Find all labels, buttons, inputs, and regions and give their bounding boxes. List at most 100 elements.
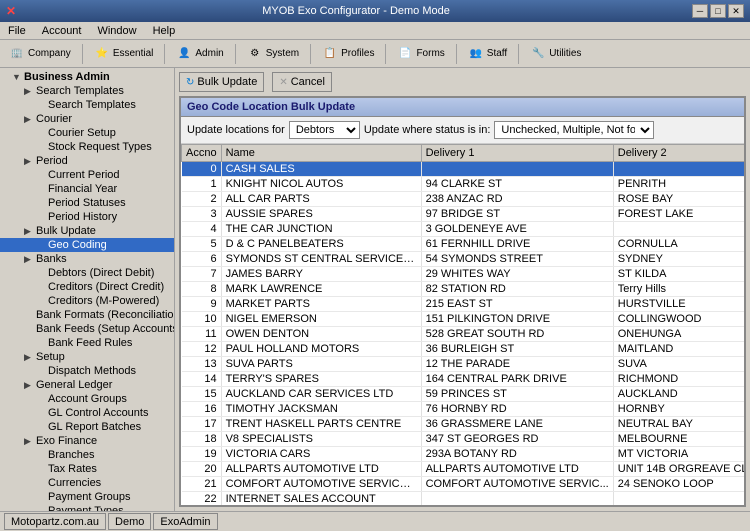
filter-prefix-label: Update locations for [187, 124, 285, 136]
menu-account[interactable]: Account [38, 24, 86, 38]
table-row[interactable]: 6SYMONDS ST CENTRAL SERVICE STATION54 SY… [182, 252, 745, 267]
sidebar-item-branches[interactable]: Branches [0, 448, 174, 462]
sidebar-item-creditors-mpowered[interactable]: Creditors (M-Powered) [0, 294, 174, 308]
cancel-button[interactable]: ✕ Cancel [272, 72, 332, 92]
cell-accno: 13 [182, 357, 222, 372]
table-row[interactable]: 18V8 SPECIALISTS347 ST GEORGES RDMELBOUR… [182, 432, 745, 447]
cell-accno: 7 [182, 267, 222, 282]
table-row[interactable]: 20ALLPARTS AUTOMOTIVE LTDALLPARTS AUTOMO… [182, 462, 745, 477]
sidebar-item-tax-rates[interactable]: Tax Rates [0, 462, 174, 476]
filter-type-select[interactable]: Debtors Creditors Staff [289, 121, 360, 139]
expand-icon: ▶ [24, 86, 36, 97]
sidebar-item-debtors-direct-debit[interactable]: Debtors (Direct Debit) [0, 266, 174, 280]
filter-status-select[interactable]: Unchecked, Multiple, Not found, Error Un… [494, 121, 654, 139]
menu-bar: File Account Window Help [0, 22, 750, 40]
sidebar-item-currencies[interactable]: Currencies [0, 476, 174, 490]
cell-del2: ONEHUNGA [613, 327, 744, 342]
table-row[interactable]: 19VICTORIA CARS293A BOTANY RDMT VICTORIA [182, 447, 745, 462]
courier-group-label: Courier [36, 113, 72, 125]
table-row[interactable]: 4THE CAR JUNCTION3 GOLDENEYE AVE [182, 222, 745, 237]
sidebar-item-bank-feed-rules[interactable]: Bank Feed Rules [0, 336, 174, 350]
minimize-button[interactable]: ─ [692, 4, 708, 18]
sidebar-item-stock-request-types[interactable]: Stock Request Types [0, 140, 174, 154]
toolbar-forms[interactable]: 📄 Forms [392, 43, 449, 65]
sidebar-item-financial-year[interactable]: Financial Year [0, 182, 174, 196]
table-row[interactable]: 1KNIGHT NICOL AUTOS94 CLARKE STPENRITH [182, 177, 745, 192]
table-row[interactable]: 15AUCKLAND CAR SERVICES LTD59 PRINCES ST… [182, 387, 745, 402]
sidebar-item-exo-finance-group[interactable]: ▶ Exo Finance [0, 434, 174, 448]
toolbar-system[interactable]: ⚙ System [242, 43, 304, 65]
sidebar-item-bank-feeds-setup-accounts[interactable]: Bank Feeds (Setup Accounts) [0, 322, 174, 336]
table-row[interactable]: 0CASH SALES [182, 162, 745, 177]
expand-icon: ▶ [24, 352, 36, 363]
cell-accno: 14 [182, 372, 222, 387]
toolbar-profiles[interactable]: 📋 Profiles [317, 43, 379, 65]
maximize-button[interactable]: □ [710, 4, 726, 18]
cell-name: THE CAR JUNCTION [221, 222, 421, 237]
cell-name: SYMONDS ST CENTRAL SERVICE STATION [221, 252, 421, 267]
sidebar-item-creditors-direct-credit[interactable]: Creditors (Direct Credit) [0, 280, 174, 294]
col-header-del2: Delivery 2 [613, 145, 744, 162]
creditors-direct-credit-label: Creditors (Direct Credit) [48, 281, 164, 293]
close-button[interactable]: ✕ [728, 4, 744, 18]
table-row[interactable]: 17TRENT HASKELL PARTS CENTRE36 GRASSMERE… [182, 417, 745, 432]
cell-del2: UNIT 14B ORGREAVE CLO [613, 462, 744, 477]
menu-help[interactable]: Help [149, 24, 180, 38]
dispatch-methods-label: Dispatch Methods [48, 365, 136, 377]
table-row[interactable]: 12PAUL HOLLAND MOTORS36 BURLEIGH STMAITL… [182, 342, 745, 357]
sidebar-item-payment-groups[interactable]: Payment Groups [0, 490, 174, 504]
menu-window[interactable]: Window [93, 24, 140, 38]
sidebar-item-gl-report-batches[interactable]: GL Report Batches [0, 420, 174, 434]
cell-accno: 15 [182, 387, 222, 402]
app-logo: ✕ [6, 4, 16, 18]
sidebar-item-setup-group[interactable]: ▶ Setup [0, 350, 174, 364]
financial-year-label: Financial Year [48, 183, 117, 195]
sidebar-item-dispatch-methods[interactable]: Dispatch Methods [0, 364, 174, 378]
sidebar-item-search-templates-group[interactable]: ▶ Search Templates [0, 84, 174, 98]
setup-group-label: Setup [36, 351, 65, 363]
cell-del1: 12 THE PARADE [421, 357, 613, 372]
table-row[interactable]: 9MARKET PARTS215 EAST STHURSTVILLE [182, 297, 745, 312]
panel-filter-row: Update locations for Debtors Creditors S… [181, 117, 744, 144]
sidebar-item-banks-group[interactable]: ▶ Banks [0, 252, 174, 266]
table-row[interactable]: 7JAMES BARRY29 WHITES WAYST KILDA [182, 267, 745, 282]
toolbar-essential[interactable]: ⭐ Essential [89, 43, 159, 65]
table-row[interactable]: 3AUSSIE SPARES97 BRIDGE STFOREST LAKE [182, 207, 745, 222]
sidebar-item-bank-formats-reconciliation[interactable]: Bank Formats (Reconciliation) [0, 308, 174, 322]
sidebar-item-general-ledger-group[interactable]: ▶ General Ledger [0, 378, 174, 392]
toolbar-admin[interactable]: 👤 Admin [171, 43, 228, 65]
sidebar-item-search-templates[interactable]: Search Templates [0, 98, 174, 112]
sidebar-item-period-statuses[interactable]: Period Statuses [0, 196, 174, 210]
sidebar-item-period-group[interactable]: ▶ Period [0, 154, 174, 168]
toolbar-company[interactable]: 🏢 Company [4, 43, 76, 65]
sidebar-item-business-admin[interactable]: ▼ Business Admin [0, 70, 174, 84]
toolbar-utilities[interactable]: 🔧 Utilities [525, 43, 586, 65]
bulk-update-button[interactable]: ↻ Bulk Update [179, 72, 264, 92]
sidebar-item-courier-group[interactable]: ▶ Courier [0, 112, 174, 126]
cell-del1: 293A BOTANY RD [421, 447, 613, 462]
sidebar-item-payment-types[interactable]: Payment Types [0, 504, 174, 511]
table-row[interactable]: 14TERRY'S SPARES164 CENTRAL PARK DRIVERI… [182, 372, 745, 387]
main-toolbar: 🏢 Company ⭐ Essential 👤 Admin ⚙ System 📋… [0, 40, 750, 68]
sidebar-item-account-groups[interactable]: Account Groups [0, 392, 174, 406]
sidebar-item-geo-coding[interactable]: Geo Coding [0, 238, 174, 252]
sidebar-item-courier-setup[interactable]: Courier Setup [0, 126, 174, 140]
table-row[interactable]: 5D & C PANELBEATERS61 FERNHILL DRIVECORN… [182, 237, 745, 252]
sidebar-item-period-history[interactable]: Period History [0, 210, 174, 224]
sidebar-item-gl-control-accounts[interactable]: GL Control Accounts [0, 406, 174, 420]
table-row[interactable]: 22INTERNET SALES ACCOUNT [182, 492, 745, 506]
table-row[interactable]: 16TIMOTHY JACKSMAN76 HORNBY RDHORNBY [182, 402, 745, 417]
menu-file[interactable]: File [4, 24, 30, 38]
table-row[interactable]: 13SUVA PARTS12 THE PARADESUVA [182, 357, 745, 372]
table-row[interactable]: 2ALL CAR PARTS238 ANZAC RDROSE BAY [182, 192, 745, 207]
sidebar-item-bulk-update-group[interactable]: ▶ Bulk Update [0, 224, 174, 238]
table-row[interactable]: 10NIGEL EMERSON151 PILKINGTON DRIVECOLLI… [182, 312, 745, 327]
current-period-label: Current Period [48, 169, 120, 181]
toolbar-staff[interactable]: 👥 Staff [463, 43, 512, 65]
geo-code-panel: Geo Code Location Bulk Update Update loc… [179, 96, 746, 507]
table-row[interactable]: 21COMFORT AUTOMOTIVE SERVICES PTE LTDCOM… [182, 477, 745, 492]
table-row[interactable]: 8MARK LAWRENCE82 STATION RDTerry Hills [182, 282, 745, 297]
sidebar-item-current-period[interactable]: Current Period [0, 168, 174, 182]
table-row[interactable]: 11OWEN DENTON528 GREAT SOUTH RDONEHUNGA [182, 327, 745, 342]
content-area: ↻ Bulk Update ✕ Cancel Geo Code Location… [175, 68, 750, 511]
